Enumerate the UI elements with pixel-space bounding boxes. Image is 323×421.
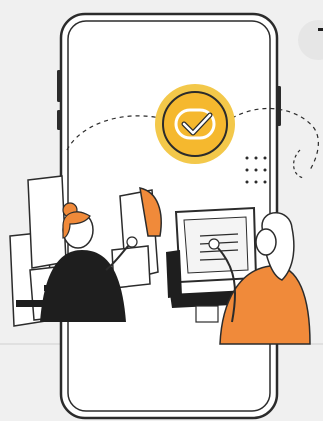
illustration-canvas [0,0,323,421]
leaf-curl [293,149,305,179]
corner-bubble [298,20,323,60]
check-badge-icon [155,84,235,164]
onboarding-illustration [0,12,323,420]
corner-mark [318,28,323,31]
